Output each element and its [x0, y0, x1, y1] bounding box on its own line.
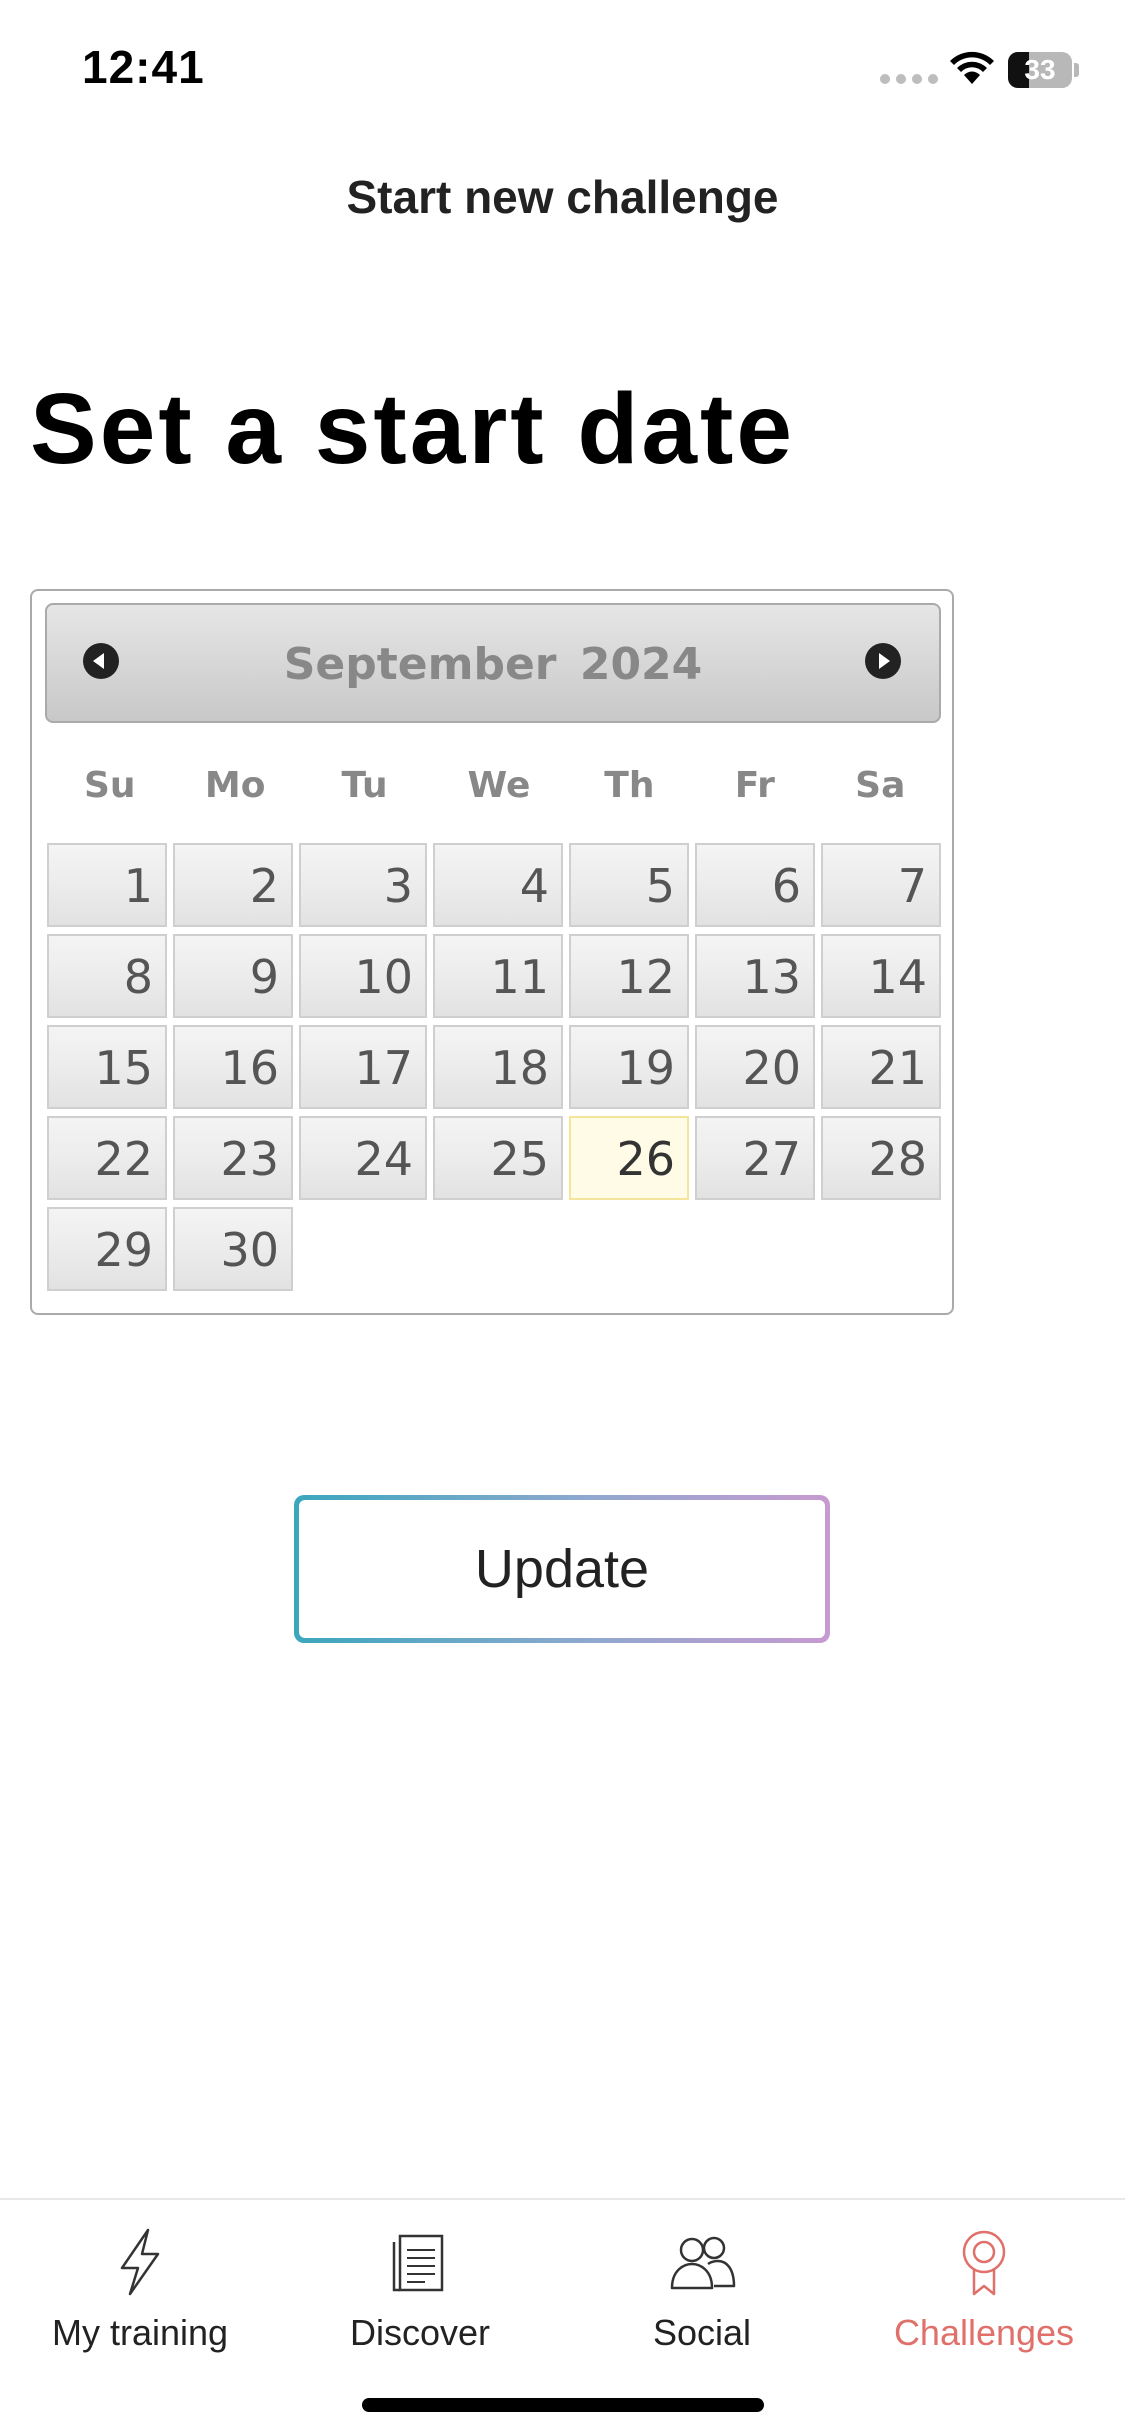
calendar-day[interactable]: 27 — [695, 1116, 815, 1200]
tab-challenges[interactable]: Challenges — [844, 2222, 1124, 2354]
people-icon — [670, 2236, 736, 2290]
cellular-signal-icon — [880, 74, 938, 84]
lightning-icon — [120, 2228, 160, 2296]
section-heading: Set a start date — [30, 373, 795, 485]
update-button-label: Update — [299, 1500, 825, 1638]
tab-social[interactable]: Social — [562, 2222, 842, 2354]
calendar-day[interactable]: 23 — [173, 1116, 293, 1200]
battery-icon: 33 — [1008, 52, 1080, 88]
weekday-label: Mo — [204, 765, 266, 806]
calendar-week: 22 23 24 25 26 27 28 — [47, 1116, 947, 1207]
calendar-day[interactable]: 20 — [695, 1025, 815, 1109]
calendar-weekdays: Su Mo Tu We Th Fr Sa — [47, 761, 943, 811]
status-bar: 12:41 33 — [0, 0, 1125, 140]
calendar-day[interactable]: 21 — [821, 1025, 941, 1109]
weekday-label: We — [467, 765, 531, 806]
home-indicator — [362, 2398, 764, 2412]
calendar-day[interactable]: 7 — [821, 843, 941, 927]
calendar-day[interactable]: 3 — [299, 843, 427, 927]
calendar-day[interactable]: 16 — [173, 1025, 293, 1109]
calendar-day[interactable]: 29 — [47, 1207, 167, 1291]
calendar-day[interactable]: 9 — [173, 934, 293, 1018]
weekday-label: Su — [83, 765, 136, 806]
calendar-week: 15 16 17 18 19 20 21 — [47, 1025, 947, 1116]
calendar-day[interactable]: 6 — [695, 843, 815, 927]
tab-label: Social — [652, 2312, 752, 2353]
calendar-day-today[interactable]: 26 — [569, 1116, 689, 1200]
wifi-icon — [950, 51, 994, 84]
calendar-day[interactable]: 5 — [569, 843, 689, 927]
weekday-label: Sa — [855, 765, 906, 806]
chevron-right-icon[interactable] — [865, 643, 901, 679]
calendar-header: September 2024 — [45, 603, 941, 723]
calendar-day[interactable]: 13 — [695, 934, 815, 1018]
tab-discover[interactable]: Discover — [280, 2222, 560, 2354]
article-icon — [392, 2234, 444, 2292]
weekday-label: Th — [604, 765, 655, 806]
calendar-day[interactable]: 25 — [433, 1116, 563, 1200]
calendar-month-title: September 2024 — [47, 639, 939, 690]
calendar-day[interactable]: 22 — [47, 1116, 167, 1200]
calendar-day[interactable]: 1 — [47, 843, 167, 927]
medal-icon — [962, 2230, 1006, 2296]
calendar-day[interactable]: 11 — [433, 934, 563, 1018]
weekday-label: Tu — [341, 765, 388, 806]
calendar-week: 8 9 10 11 12 13 14 — [47, 934, 947, 1025]
tab-label: My training — [51, 2312, 229, 2353]
calendar-day[interactable]: 2 — [173, 843, 293, 927]
page-title: Start new challenge — [346, 171, 779, 223]
calendar-day[interactable]: 28 — [821, 1116, 941, 1200]
tab-label: Challenges — [893, 2312, 1075, 2353]
calendar-day[interactable]: 19 — [569, 1025, 689, 1109]
calendar-day[interactable]: 4 — [433, 843, 563, 927]
date-picker: September 2024 Su Mo Tu We Th Fr Sa 1234567891… — [30, 589, 954, 1315]
battery-percentage: 33 — [1024, 54, 1056, 85]
calendar-month: September — [283, 639, 557, 690]
tab-label: Discover — [349, 2312, 491, 2353]
calendar-week: 1234567 — [47, 843, 947, 934]
tab-my-training[interactable]: My training — [0, 2222, 280, 2354]
calendar-day[interactable]: 18 — [433, 1025, 563, 1109]
calendar-day[interactable]: 12 — [569, 934, 689, 1018]
calendar-day[interactable]: 15 — [47, 1025, 167, 1109]
calendar-day[interactable]: 30 — [173, 1207, 293, 1291]
calendar-day[interactable]: 10 — [299, 934, 427, 1018]
calendar-week: 29 30 — [47, 1207, 947, 1298]
calendar-day[interactable]: 14 — [821, 934, 941, 1018]
calendar-grid: 1 2 3 4 5 6 7 8 9 10 11 12 13 14 15 16 17 18 19 20 21 22 23 24 2… — [47, 843, 947, 1298]
calendar-day[interactable]: 8 — [47, 934, 167, 1018]
weekday-label: Fr — [734, 765, 775, 806]
update-button[interactable]: Update — [294, 1495, 830, 1643]
calendar-day[interactable]: 17 — [299, 1025, 427, 1109]
status-time: 12:41 — [82, 41, 205, 93]
calendar-year: 2024 — [579, 639, 703, 690]
calendar-day[interactable]: 24 — [299, 1116, 427, 1200]
